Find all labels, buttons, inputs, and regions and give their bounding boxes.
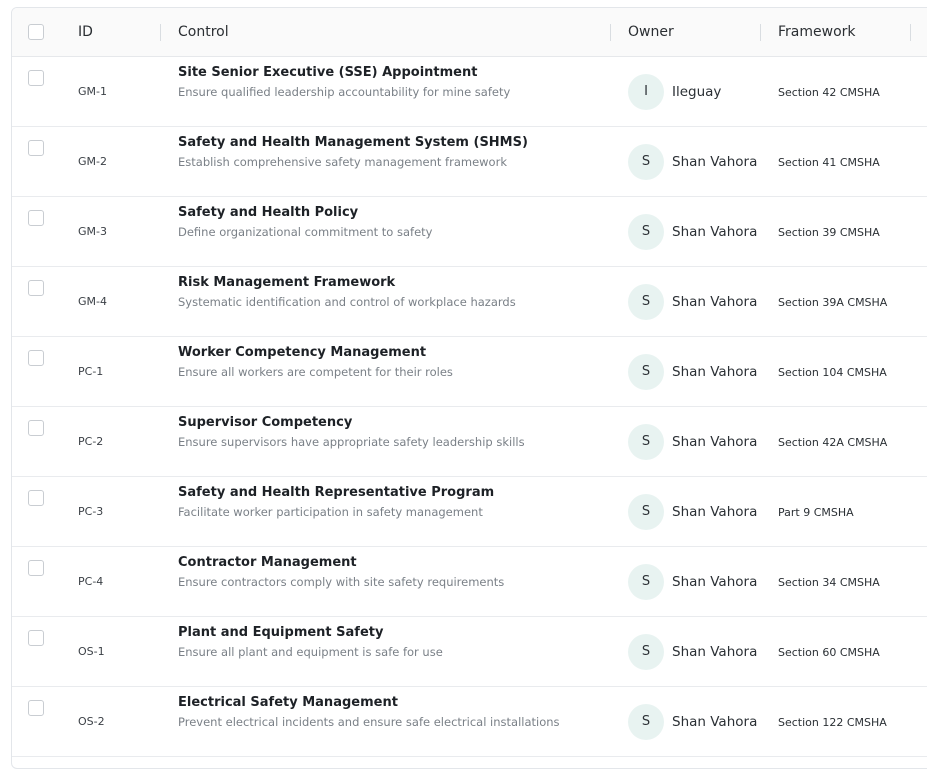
framework-reference: Section 60 CMSHA bbox=[778, 646, 880, 659]
owner-name: Shan Vahora bbox=[672, 504, 758, 520]
row-checkbox[interactable] bbox=[28, 70, 44, 86]
row-checkbox[interactable] bbox=[28, 140, 44, 156]
table-row[interactable]: GM-4 Risk Management Framework Systemati… bbox=[12, 267, 927, 337]
framework-reference: Section 41 CMSHA bbox=[778, 156, 880, 169]
row-checkbox[interactable] bbox=[28, 420, 44, 436]
framework-reference: Section 122 CMSHA bbox=[778, 716, 887, 729]
control-description: Ensure all plant and equipment is safe f… bbox=[178, 645, 443, 659]
owner-name: Shan Vahora bbox=[672, 154, 758, 170]
control-description: Ensure qualified leadership accountabili… bbox=[178, 85, 511, 99]
table-row[interactable]: OS-2 Electrical Safety Management Preven… bbox=[12, 687, 927, 757]
owner-avatar: S bbox=[628, 424, 664, 460]
header-control[interactable]: Control bbox=[178, 8, 229, 56]
owner-name: Shan Vahora bbox=[672, 644, 758, 660]
row-checkbox[interactable] bbox=[28, 490, 44, 506]
framework-reference: Section 42A CMSHA bbox=[778, 436, 888, 449]
row-checkbox[interactable] bbox=[28, 280, 44, 296]
owner-name: Shan Vahora bbox=[672, 434, 758, 450]
table-row[interactable]: PC-3 Safety and Health Representative Pr… bbox=[12, 477, 927, 547]
owner-name: Ileguay bbox=[672, 84, 722, 100]
owner-name: Shan Vahora bbox=[672, 294, 758, 310]
control-description: Define organizational commitment to safe… bbox=[178, 225, 433, 239]
control-description: Establish comprehensive safety managemen… bbox=[178, 155, 507, 169]
owner-avatar: S bbox=[628, 494, 664, 530]
table-row[interactable]: PC-4 Contractor Management Ensure contra… bbox=[12, 547, 927, 617]
column-resize-handle[interactable] bbox=[910, 24, 911, 41]
select-all-checkbox[interactable] bbox=[28, 24, 44, 40]
control-id: GM-1 bbox=[78, 85, 107, 98]
control-description: Facilitate worker participation in safet… bbox=[178, 505, 483, 519]
table-row[interactable]: PC-2 Supervisor Competency Ensure superv… bbox=[12, 407, 927, 477]
owner-avatar: I bbox=[628, 74, 664, 110]
table-row[interactable]: GM-3 Safety and Health Policy Define org… bbox=[12, 197, 927, 267]
control-title[interactable]: Electrical Safety Management bbox=[178, 695, 398, 710]
owner-name: Shan Vahora bbox=[672, 714, 758, 730]
control-description: Ensure all workers are competent for the… bbox=[178, 365, 453, 379]
controls-table: ID Control Owner Framework GM-1 Site Sen… bbox=[11, 7, 927, 769]
header-id[interactable]: ID bbox=[78, 8, 93, 56]
column-resize-handle[interactable] bbox=[760, 24, 761, 41]
owner-avatar: S bbox=[628, 284, 664, 320]
control-id: GM-4 bbox=[78, 295, 107, 308]
owner-avatar: S bbox=[628, 564, 664, 600]
header-owner[interactable]: Owner bbox=[628, 8, 674, 56]
column-resize-handle[interactable] bbox=[610, 24, 611, 41]
row-checkbox[interactable] bbox=[28, 700, 44, 716]
row-checkbox[interactable] bbox=[28, 350, 44, 366]
framework-reference: Section 104 CMSHA bbox=[778, 366, 887, 379]
control-description: Prevent electrical incidents and ensure … bbox=[178, 715, 560, 729]
control-id: OS-1 bbox=[78, 645, 105, 658]
owner-avatar: S bbox=[628, 704, 664, 740]
control-id: GM-2 bbox=[78, 155, 107, 168]
header-framework[interactable]: Framework bbox=[778, 8, 856, 56]
framework-reference: Part 9 CMSHA bbox=[778, 506, 854, 519]
owner-avatar: S bbox=[628, 214, 664, 250]
framework-reference: Section 39 CMSHA bbox=[778, 226, 880, 239]
control-id: OS-2 bbox=[78, 715, 105, 728]
table-row[interactable]: GM-1 Site Senior Executive (SSE) Appoint… bbox=[12, 57, 927, 127]
row-checkbox[interactable] bbox=[28, 630, 44, 646]
table-header: ID Control Owner Framework bbox=[12, 8, 927, 57]
owner-name: Shan Vahora bbox=[672, 364, 758, 380]
control-title[interactable]: Plant and Equipment Safety bbox=[178, 625, 383, 640]
row-checkbox[interactable] bbox=[28, 210, 44, 226]
owner-avatar: S bbox=[628, 354, 664, 390]
control-title[interactable]: Risk Management Framework bbox=[178, 275, 395, 290]
control-id: PC-4 bbox=[78, 575, 104, 588]
control-description: Systematic identification and control of… bbox=[178, 295, 516, 309]
control-title[interactable]: Supervisor Competency bbox=[178, 415, 352, 430]
owner-avatar: S bbox=[628, 634, 664, 670]
owner-avatar: S bbox=[628, 144, 664, 180]
control-title[interactable]: Worker Competency Management bbox=[178, 345, 426, 360]
framework-reference: Section 39A CMSHA bbox=[778, 296, 888, 309]
table-row[interactable]: PC-1 Worker Competency Management Ensure… bbox=[12, 337, 927, 407]
framework-reference: Section 42 CMSHA bbox=[778, 86, 880, 99]
column-resize-handle[interactable] bbox=[160, 24, 161, 41]
control-title[interactable]: Contractor Management bbox=[178, 555, 357, 570]
owner-name: Shan Vahora bbox=[672, 224, 758, 240]
control-description: Ensure supervisors have appropriate safe… bbox=[178, 435, 525, 449]
control-id: PC-1 bbox=[78, 365, 104, 378]
control-title[interactable]: Safety and Health Representative Program bbox=[178, 485, 494, 500]
table-row[interactable]: OS-1 Plant and Equipment Safety Ensure a… bbox=[12, 617, 927, 687]
owner-name: Shan Vahora bbox=[672, 574, 758, 590]
framework-reference: Section 34 CMSHA bbox=[778, 576, 880, 589]
row-checkbox[interactable] bbox=[28, 560, 44, 576]
control-id: GM-3 bbox=[78, 225, 107, 238]
control-description: Ensure contractors comply with site safe… bbox=[178, 575, 505, 589]
control-title[interactable]: Safety and Health Policy bbox=[178, 205, 358, 220]
control-id: PC-2 bbox=[78, 435, 104, 448]
control-title[interactable]: Safety and Health Management System (SHM… bbox=[178, 135, 528, 150]
control-id: PC-3 bbox=[78, 505, 104, 518]
table-row[interactable]: GM-2 Safety and Health Management System… bbox=[12, 127, 927, 197]
control-title[interactable]: Site Senior Executive (SSE) Appointment bbox=[178, 65, 477, 80]
